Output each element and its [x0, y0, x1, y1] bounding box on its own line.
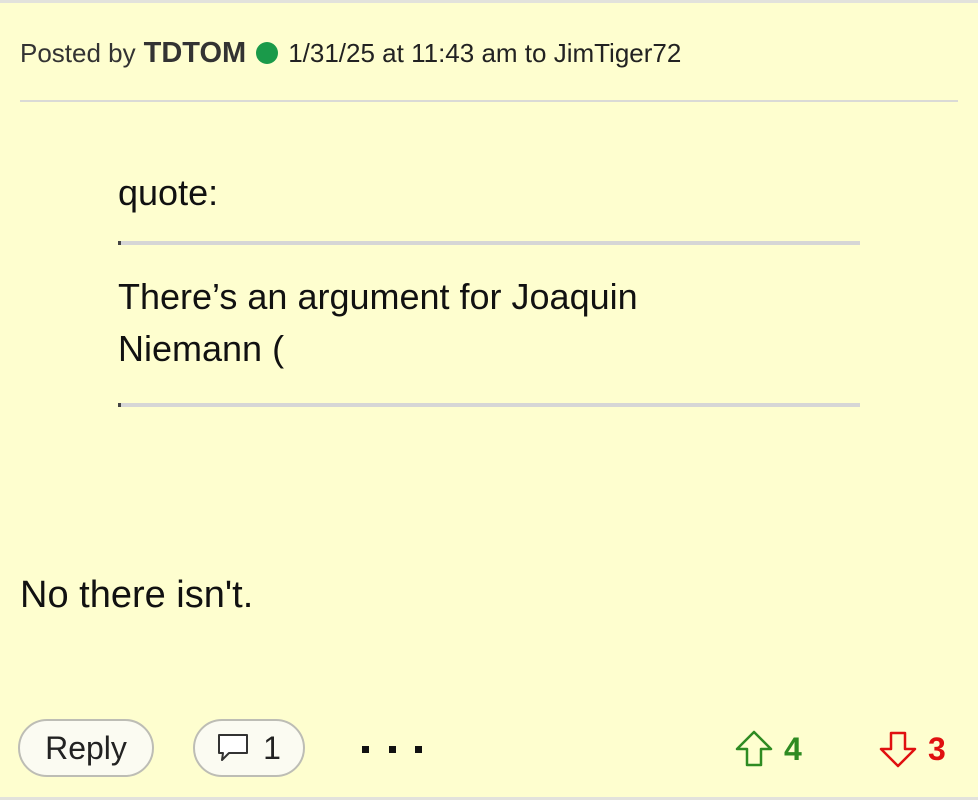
- meta-divider: [20, 100, 958, 102]
- downvote-button[interactable]: 3: [878, 727, 946, 771]
- quote-text: There’s an argument for Joaquin Niemann …: [118, 276, 638, 369]
- post-meta: Posted by TDTOM 1/31/25 at 11:43 am to J…: [20, 35, 681, 71]
- quote-label: quote:: [118, 172, 219, 213]
- forum-post: Posted by TDTOM 1/31/25 at 11:43 am to J…: [0, 0, 978, 800]
- reply-button[interactable]: Reply: [18, 719, 154, 777]
- quote-block: quote: There’s an argument for Joaquin N…: [118, 171, 860, 407]
- more-options-button[interactable]: [362, 729, 422, 769]
- quote-bottom-rule: [118, 403, 860, 407]
- downvote-count: 3: [928, 730, 946, 767]
- post-timestamp: 1/31/25 at 11:43 am to JimTiger72: [288, 38, 682, 68]
- posted-by-label: Posted by: [20, 38, 136, 68]
- more-dot: [362, 745, 369, 753]
- more-dot: [388, 745, 396, 753]
- upvote-button[interactable]: 4: [734, 727, 802, 771]
- upvote-count: 4: [784, 730, 802, 767]
- comment-count: 1: [263, 729, 281, 766]
- down-arrow-icon: [879, 731, 917, 768]
- post-actions: Reply 1 4 3: [0, 719, 978, 779]
- up-arrow-icon: [735, 730, 773, 767]
- speech-bubble-icon: [217, 733, 249, 763]
- comments-button[interactable]: 1: [193, 719, 305, 777]
- username-link[interactable]: TDTOM: [144, 35, 247, 71]
- quote-top-rule: [118, 241, 860, 245]
- post-body: No there isn't.: [20, 574, 254, 616]
- more-dot: [415, 745, 422, 753]
- reply-label: Reply: [45, 729, 127, 766]
- online-status-icon: [256, 42, 279, 64]
